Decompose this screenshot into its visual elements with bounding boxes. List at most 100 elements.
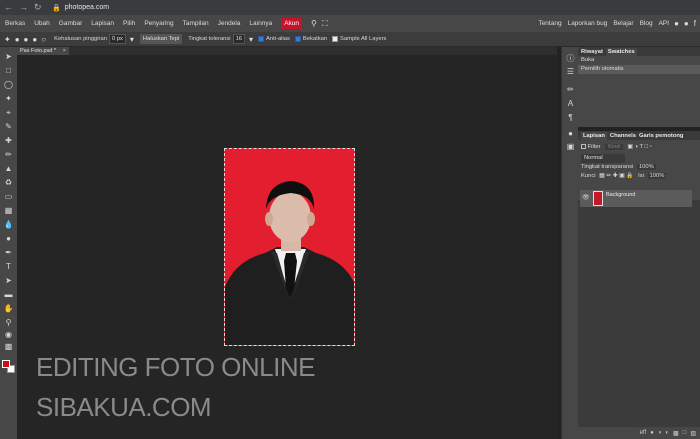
history-item[interactable]: Pemilih otomatis xyxy=(578,65,700,74)
selection-mode-intersect-icon[interactable]: ○ xyxy=(41,35,46,44)
menu-item-akun[interactable]: Akun xyxy=(281,18,303,29)
link-api[interactable]: API xyxy=(659,20,669,27)
menu-item-ubah[interactable]: Ubah xyxy=(34,20,50,27)
menu-item-lapisan[interactable]: Lapisan xyxy=(91,20,114,27)
zoom-tool-icon[interactable]: ⚲ xyxy=(3,318,14,328)
shape-tool-icon[interactable]: ▬ xyxy=(3,290,14,300)
quick-mask-icon[interactable]: ◉ xyxy=(3,330,14,340)
path-selection-icon[interactable]: ➤ xyxy=(3,276,14,286)
tab-riwayat[interactable]: Riwayat xyxy=(581,49,603,55)
tolerance-input[interactable]: 16 xyxy=(232,34,246,44)
eye-icon[interactable]: 👁 xyxy=(582,194,590,201)
brush-tool-icon[interactable]: ✏ xyxy=(3,150,14,160)
reload-icon[interactable]: ↻ xyxy=(34,2,42,13)
link-belajar[interactable]: Belajar xyxy=(613,20,633,27)
menu-item-penyaring[interactable]: Penyaring xyxy=(144,20,173,27)
watermark-line-1: EDITING FOTO ONLINE xyxy=(36,352,315,382)
lock-icons[interactable]: ▦ ✏ ✚ ▣ 🔒 xyxy=(599,173,633,179)
selection-mode-add-icon[interactable]: ● xyxy=(24,35,29,44)
hand-tool-icon[interactable]: ✋ xyxy=(3,304,14,314)
menu-item-lainnya[interactable]: Lainnya xyxy=(249,20,272,27)
foreground-color-swatch[interactable] xyxy=(2,360,10,368)
tab-channels[interactable]: Channels xyxy=(610,133,636,139)
contiguous-label: Bekatkan xyxy=(302,36,328,42)
lasso-tool-icon[interactable]: ◯ xyxy=(3,80,14,90)
paragraph-icon[interactable]: ¶ xyxy=(565,113,576,122)
folder-icon[interactable]: ▩ xyxy=(673,430,679,437)
filter-type-icons[interactable]: ▣ ◑ T □ ▫ xyxy=(627,144,651,150)
chevron-down-icon[interactable]: ▾ xyxy=(249,35,253,44)
selection-mode-new-icon[interactable]: ● xyxy=(15,35,20,44)
layers-panel-tabs: Lapisan Channels Garis pemotong xyxy=(578,131,700,140)
menu-item-tampilan[interactable]: Tampilan xyxy=(183,20,209,27)
twitter-icon[interactable]: ● xyxy=(684,19,689,28)
layer-row[interactable]: 👁 Background xyxy=(580,190,692,207)
history-item[interactable]: Buka xyxy=(578,56,700,65)
eyedropper-icon[interactable]: ✎ xyxy=(3,122,14,132)
facebook-icon[interactable]: f xyxy=(694,19,696,28)
trash-icon[interactable]: ▧ xyxy=(690,430,696,437)
menu-item-pilih[interactable]: Pilih xyxy=(123,20,135,27)
antialias-checkbox[interactable] xyxy=(258,36,265,42)
document-image[interactable] xyxy=(224,148,355,346)
magic-wand-icon[interactable]: ✦ xyxy=(3,94,14,104)
link-blog[interactable]: Blog xyxy=(640,20,653,27)
link-tentang[interactable]: Tentang xyxy=(538,20,561,27)
opacity-input[interactable]: 100% xyxy=(636,164,656,170)
menu-item-jendela[interactable]: Jendela xyxy=(218,20,241,27)
crop-tool-icon[interactable]: ⌖ xyxy=(3,108,14,118)
mask-icon[interactable]: ◑ xyxy=(658,430,662,436)
document-tab-bar: Pas Foto.psd * × xyxy=(17,47,557,55)
fill-input[interactable]: 100% xyxy=(647,173,667,179)
magic-wand-tool-icon[interactable]: ✦ xyxy=(4,35,11,44)
close-icon[interactable]: × xyxy=(63,47,66,55)
properties-icon[interactable]: ☰ xyxy=(565,67,576,76)
healing-brush-icon[interactable]: ✚ xyxy=(3,136,14,146)
blend-mode-select[interactable]: Normal xyxy=(581,154,625,163)
image-icon[interactable]: ▣ xyxy=(565,142,576,151)
link-laporkan-bug[interactable]: Laporkan bug xyxy=(568,20,608,27)
menu-item-gambar[interactable]: Gambar xyxy=(59,20,82,27)
info-icon[interactable]: ⓘ xyxy=(565,53,576,64)
lock-label: Kunci xyxy=(581,173,596,179)
eraser-tool-icon[interactable]: ▭ xyxy=(3,192,14,202)
new-layer-icon[interactable]: □ xyxy=(683,430,687,436)
adjustment-icon[interactable]: ◐ xyxy=(665,430,669,436)
back-icon[interactable]: ← xyxy=(4,2,13,13)
brush-settings-icon[interactable]: ✏ xyxy=(565,85,576,94)
screen-mode-icon[interactable]: ▩ xyxy=(3,342,14,352)
dodge-tool-icon[interactable]: ● xyxy=(3,234,14,244)
filter-checkbox[interactable] xyxy=(581,143,586,149)
gradient-tool-icon[interactable]: ▦ xyxy=(3,206,14,216)
move-tool-icon[interactable]: ➤ xyxy=(3,52,14,62)
selection-mode-subtract-icon[interactable]: ● xyxy=(32,35,37,44)
feather-input[interactable]: 0 px xyxy=(108,34,126,44)
css-icon[interactable]: ● xyxy=(565,129,576,138)
filter-kind-select[interactable]: Kind xyxy=(605,144,623,150)
clone-stamp-icon[interactable]: ▲ xyxy=(3,164,14,174)
feather-label: Kehalusan pinggiran xyxy=(54,36,107,42)
fx-icon[interactable]: ● xyxy=(650,430,654,436)
tab-garis-pemotong[interactable]: Garis pemotong xyxy=(639,133,683,139)
tab-swatches[interactable]: Swatches xyxy=(605,47,637,56)
refine-edge-button[interactable]: Haluskan Tepi xyxy=(139,34,183,44)
tab-lapisan[interactable]: Lapisan xyxy=(581,131,607,140)
forward-icon[interactable]: → xyxy=(19,2,28,13)
sample-all-layers-checkbox[interactable] xyxy=(332,36,339,42)
reddit-icon[interactable]: ● xyxy=(674,19,679,28)
search-icon[interactable]: ⚲ xyxy=(311,19,317,28)
marquee-tool-icon[interactable]: □ xyxy=(3,66,14,76)
fullscreen-icon[interactable]: ⛶ xyxy=(322,19,328,29)
blur-tool-icon[interactable]: 💧 xyxy=(3,220,14,230)
document-tab-title: Pas Foto.psd * xyxy=(20,48,57,54)
contiguous-checkbox[interactable] xyxy=(294,36,301,42)
layer-filter-row: Filter Kind ▣ ◑ T □ ▫ xyxy=(578,143,700,152)
menu-item-berkas[interactable]: Berkas xyxy=(5,20,25,27)
chevron-down-icon[interactable]: ▾ xyxy=(130,35,134,44)
history-brush-icon[interactable]: ♻ xyxy=(3,178,14,188)
url-text[interactable]: photopea.com xyxy=(65,4,109,11)
document-tab[interactable]: Pas Foto.psd * × xyxy=(17,47,69,55)
pen-tool-icon[interactable]: ✒ xyxy=(3,248,14,258)
type-tool-icon[interactable]: T xyxy=(3,262,14,272)
character-icon[interactable]: A xyxy=(565,99,576,108)
